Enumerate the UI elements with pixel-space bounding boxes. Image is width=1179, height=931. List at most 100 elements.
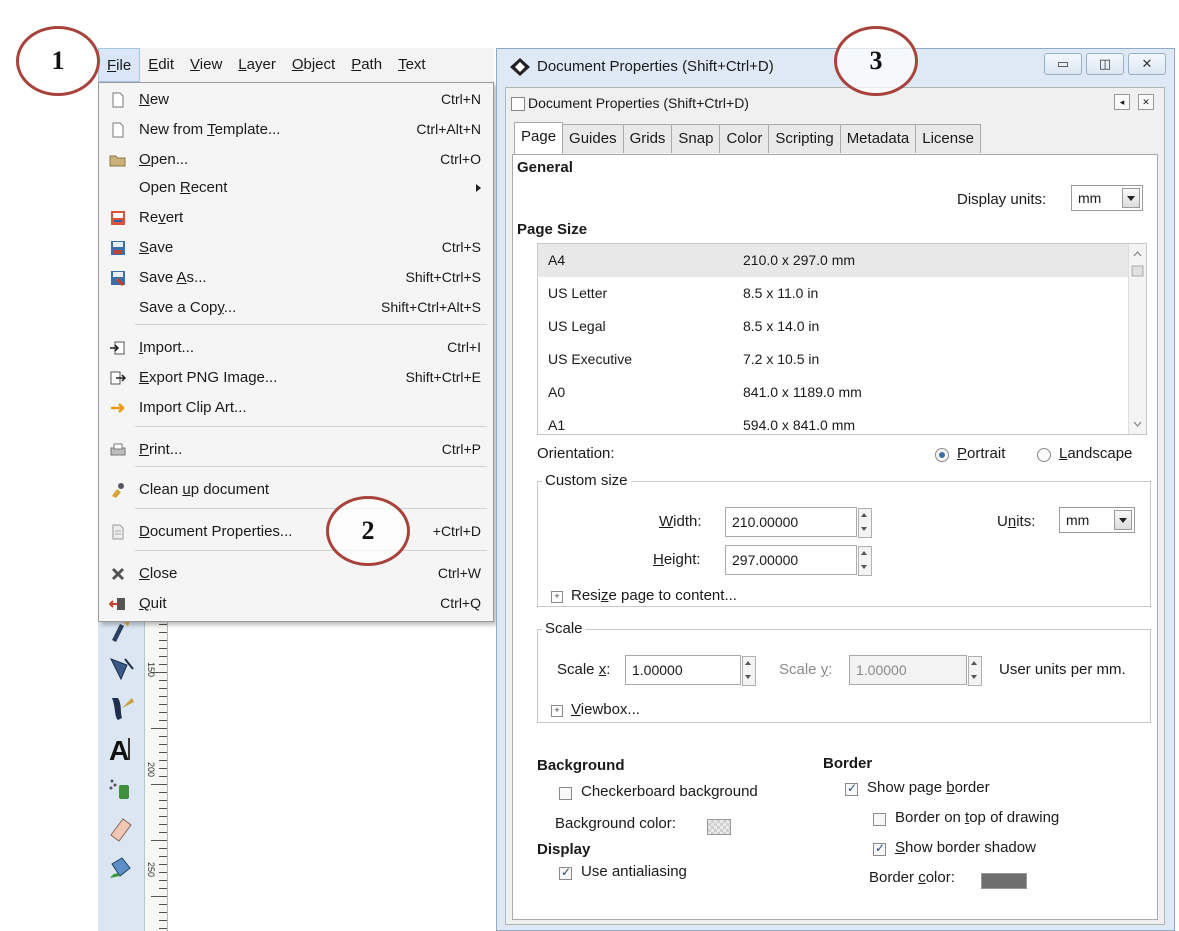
- show-page-border-checkbox[interactable]: [845, 781, 858, 796]
- portrait-radio[interactable]: [935, 448, 949, 462]
- file-menu-item[interactable]: Open Recent: [99, 174, 493, 202]
- tab-snap[interactable]: Snap: [671, 124, 721, 153]
- file-menu-item[interactable]: Close Ctrl+W: [99, 560, 493, 588]
- units-value: mm: [1066, 512, 1090, 528]
- scale-x-label: Scale x:: [557, 661, 611, 678]
- maximize-button[interactable]: ◫: [1086, 53, 1124, 75]
- dock-iconify-button[interactable]: ◂: [1114, 94, 1130, 110]
- page-size-row[interactable]: A0 841.0 x 1189.0 mm: [538, 376, 1128, 409]
- eraser-tool-icon[interactable]: [104, 812, 138, 846]
- spray-tool-icon[interactable]: [104, 772, 138, 806]
- ruler-tick: [159, 920, 167, 921]
- file-menu-item[interactable]: Quit Ctrl+Q: [99, 590, 493, 618]
- pen-bezier-icon[interactable]: [104, 652, 138, 686]
- chevron-down-icon: [1122, 188, 1140, 208]
- antialiasing-checkbox[interactable]: [559, 865, 572, 880]
- border-on-top-label: Border on top of drawing: [895, 809, 1060, 826]
- border-color-swatch[interactable]: [981, 873, 1027, 889]
- page-size-row[interactable]: US Executive 7.2 x 10.5 in: [538, 343, 1128, 376]
- tab-scripting[interactable]: Scripting: [768, 124, 841, 153]
- svg-text:A: A: [109, 735, 129, 764]
- ruler-tick: [159, 808, 167, 809]
- ruler-number: 250: [146, 862, 156, 878]
- tab-metadata[interactable]: Metadata: [839, 124, 917, 153]
- inkscape-logo-icon: [509, 57, 531, 81]
- resize-expander-icon[interactable]: +: [551, 591, 563, 603]
- window-title: Document Properties (Shift+Ctrl+D): [537, 58, 774, 75]
- tab-color[interactable]: Color: [719, 124, 770, 153]
- landscape-radio[interactable]: [1037, 448, 1051, 462]
- file-menu-item[interactable]: Revert: [99, 204, 493, 232]
- file-menu-item[interactable]: Print... Ctrl+P: [99, 436, 493, 464]
- paint-bucket-icon[interactable]: [104, 852, 138, 886]
- units-label: Units:: [997, 513, 1036, 530]
- page-size-heading: Page Size: [517, 221, 588, 238]
- ruler-tick: [159, 768, 167, 769]
- scale-y-input[interactable]: 1.00000: [849, 655, 982, 686]
- page-tab-panel: General Display units: mm Page Size A1 59…: [512, 154, 1158, 920]
- file-menu-item[interactable]: New from Template... Ctrl+Alt+N: [99, 116, 493, 144]
- page-size-row[interactable]: A4 210.0 x 297.0 mm: [538, 244, 1128, 277]
- checkerboard-checkbox[interactable]: [559, 787, 572, 800]
- file-menu-item[interactable]: Clean up document: [99, 476, 493, 504]
- calligraphy-tool-icon[interactable]: [104, 692, 138, 726]
- text-tool-icon[interactable]: A: [104, 732, 138, 766]
- menu-view[interactable]: View: [182, 48, 230, 82]
- file-menu-item[interactable]: Open... Ctrl+O: [99, 146, 493, 174]
- viewbox-expander-icon[interactable]: +: [551, 705, 563, 717]
- tab-grids[interactable]: Grids: [622, 124, 673, 153]
- menu-file[interactable]: File: [98, 48, 141, 82]
- resize-page-to-content[interactable]: Resize page to content...: [571, 587, 737, 604]
- menubar: File Edit View Layer Object Path Text: [98, 48, 494, 83]
- page-size-scrollbar[interactable]: [1128, 244, 1146, 434]
- ruler-tick: [159, 800, 167, 801]
- print-icon: [109, 441, 127, 459]
- scale-y-stepper[interactable]: [968, 656, 982, 686]
- minimize-button[interactable]: ▭: [1044, 53, 1082, 75]
- file-menu-item[interactable]: Export PNG Image... Shift+Ctrl+E: [99, 364, 493, 392]
- dock-close-button[interactable]: ✕: [1138, 94, 1154, 110]
- new-document-icon: [109, 91, 127, 109]
- file-menu-item[interactable]: Document Properties... +Ctrl+D: [99, 518, 493, 546]
- shortcut-label: Ctrl+P: [441, 441, 481, 457]
- height-input[interactable]: 297.00000: [725, 545, 872, 576]
- display-units-select[interactable]: mm: [1071, 185, 1143, 211]
- background-color-swatch[interactable]: [707, 819, 731, 835]
- menu-path[interactable]: Path: [343, 48, 390, 82]
- units-select[interactable]: mm: [1059, 507, 1135, 533]
- annotation-circle-2: 2: [326, 496, 410, 566]
- orientation-label: Orientation:: [537, 445, 615, 462]
- viewbox-toggle[interactable]: Viewbox...: [571, 701, 640, 718]
- scale-x-stepper[interactable]: [742, 656, 756, 686]
- close-window-button[interactable]: ✕: [1128, 53, 1166, 75]
- tab-page[interactable]: Page: [514, 122, 564, 154]
- width-input[interactable]: 210.00000: [725, 507, 872, 538]
- border-on-top-checkbox[interactable]: [873, 813, 886, 826]
- file-menu-item[interactable]: Save a Copy... Shift+Ctrl+Alt+S: [99, 294, 493, 322]
- menu-layer[interactable]: Layer: [230, 48, 284, 82]
- ruler-tick: [159, 656, 167, 657]
- page-size-row[interactable]: A1 594.0 x 841.0 mm: [538, 409, 1128, 434]
- ruler-tick: [159, 664, 167, 665]
- file-menu-item[interactable]: Import Clip Art...: [99, 394, 493, 422]
- tab-license[interactable]: License: [915, 124, 981, 153]
- height-stepper[interactable]: [858, 546, 872, 576]
- page-size-row[interactable]: US Letter 8.5 x 11.0 in: [538, 277, 1128, 310]
- file-menu-item[interactable]: Import... Ctrl+I: [99, 334, 493, 362]
- tab-guides[interactable]: Guides: [562, 124, 624, 153]
- save-as-icon: [109, 269, 127, 287]
- height-label: Height:: [653, 551, 701, 568]
- width-stepper[interactable]: [858, 508, 872, 538]
- file-menu-item[interactable]: New Ctrl+N: [99, 86, 493, 114]
- menu-text[interactable]: Text: [390, 48, 434, 82]
- menu-object[interactable]: Object: [284, 48, 343, 82]
- file-menu-item[interactable]: Save As... Shift+Ctrl+S: [99, 264, 493, 292]
- border-shadow-checkbox[interactable]: [873, 841, 886, 856]
- scale-x-input[interactable]: 1.00000: [625, 655, 756, 686]
- import-clip-art-icon: [109, 399, 127, 417]
- shortcut-label: Ctrl+O: [440, 151, 481, 167]
- page-size-list[interactable]: A1 594.0 x 841.0 mm A0 841.0 x 1189.0 mm US …: [537, 243, 1147, 435]
- menu-edit[interactable]: Edit: [140, 48, 182, 82]
- file-menu-item[interactable]: Save Ctrl+S: [99, 234, 493, 262]
- page-size-row[interactable]: US Legal 8.5 x 14.0 in: [538, 310, 1128, 343]
